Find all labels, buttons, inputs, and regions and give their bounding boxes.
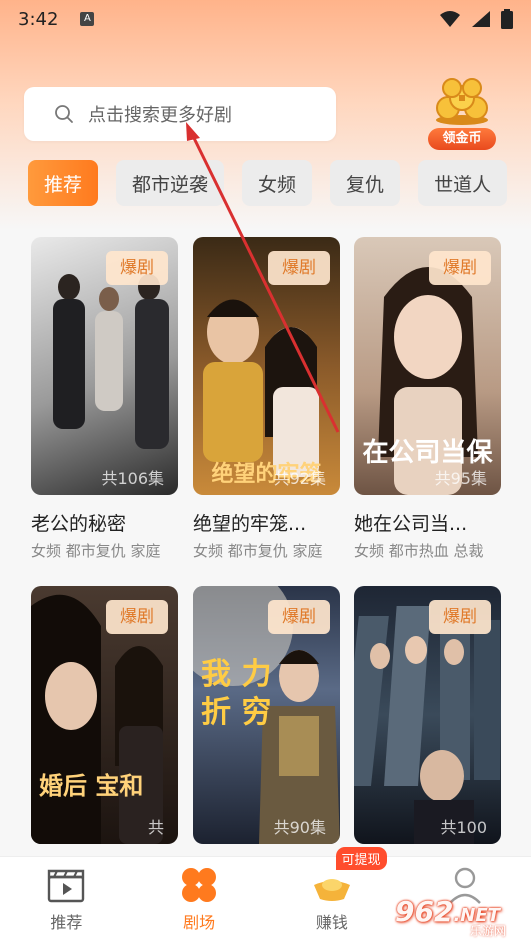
nav-earn-label: 赚钱 bbox=[315, 913, 348, 932]
gold-coins-icon bbox=[436, 78, 488, 125]
drama-card[interactable]: 婚后 宝和 爆剧 共 bbox=[31, 586, 178, 844]
status-icons bbox=[439, 9, 513, 29]
tab-urban-revenge[interactable]: 都市逆袭 bbox=[116, 160, 225, 206]
withdraw-badge: 可提现 bbox=[335, 847, 387, 870]
drama-card[interactable]: 爆剧 共106集 老公的秘密 女频 都市复仇 家庭 bbox=[31, 237, 178, 561]
episode-count: 共95集 bbox=[434, 469, 487, 488]
episode-count: 共106集 bbox=[101, 469, 164, 488]
drama-title: 老公的秘密 bbox=[31, 513, 127, 535]
collect-coins-label: 领金币 bbox=[428, 128, 496, 150]
status-time: 3:42 bbox=[18, 8, 59, 30]
nav-recommend[interactable]: 推荐 bbox=[0, 857, 133, 944]
drama-card[interactable]: 绝望的牢笼 爆剧 共92集 绝望的牢笼... 女频 都市复仇 家庭 bbox=[193, 237, 340, 561]
drama-poster[interactable]: 我 力 折 穷 爆剧 共90集 bbox=[193, 586, 340, 844]
hot-badge: 爆剧 bbox=[268, 251, 330, 285]
watermark-sub: 乐游网 bbox=[470, 924, 507, 938]
drama-poster[interactable]: 爆剧 共100 bbox=[354, 586, 501, 844]
tab-revenge[interactable]: 复仇 bbox=[330, 160, 401, 206]
drama-poster[interactable]: 在公司当保 爆剧 共95集 bbox=[354, 237, 501, 495]
category-tabs: 推荐 都市逆袭 女频 复仇 世道人 bbox=[28, 160, 531, 208]
drama-tags: 女频 都市复仇 家庭 bbox=[193, 542, 323, 560]
clapperboard-icon bbox=[48, 869, 85, 903]
search-icon bbox=[55, 105, 73, 123]
nav-recommend-label: 推荐 bbox=[50, 913, 83, 932]
search-input[interactable]: 点击搜索更多好剧 bbox=[24, 87, 336, 141]
poster-title-text: 我 力 折 穷 bbox=[201, 657, 272, 730]
episode-count: 共100 bbox=[440, 818, 487, 837]
episode-count: 共92集 bbox=[273, 469, 326, 488]
status-bar: 3:42 A bbox=[0, 0, 531, 38]
notification-indicator: A bbox=[80, 12, 95, 26]
signal-icon bbox=[472, 11, 490, 27]
nav-theater-label: 剧场 bbox=[183, 913, 216, 932]
drama-tags: 女频 都市复仇 家庭 bbox=[31, 542, 161, 560]
hot-badge: 爆剧 bbox=[268, 600, 330, 634]
tab-female[interactable]: 女频 bbox=[242, 160, 313, 206]
hot-badge: 爆剧 bbox=[429, 251, 491, 285]
nav-theater[interactable]: 剧场 bbox=[133, 857, 266, 944]
tab-recommend[interactable]: 推荐 bbox=[28, 160, 99, 206]
battery-icon bbox=[501, 9, 513, 29]
drama-card[interactable]: 在公司当保 爆剧 共95集 她在公司当... 女频 都市热血 总裁 bbox=[354, 237, 501, 561]
hot-badge: 爆剧 bbox=[106, 600, 168, 634]
episode-count: 共90集 bbox=[273, 818, 326, 837]
drama-poster[interactable]: 绝望的牢笼 爆剧 共92集 bbox=[193, 237, 340, 495]
hot-badge: 爆剧 bbox=[429, 600, 491, 634]
drama-tags: 女频 都市热血 总裁 bbox=[354, 542, 484, 560]
poster-title-text: 婚后 宝和 bbox=[39, 772, 144, 800]
tab-world[interactable]: 世道人 bbox=[418, 160, 508, 206]
clover-icon bbox=[182, 868, 217, 902]
nav-earn[interactable]: 赚钱 可提现 bbox=[266, 847, 399, 944]
drama-title: 绝望的牢笼... bbox=[193, 513, 307, 535]
drama-title: 她在公司当... bbox=[354, 513, 468, 535]
drama-card[interactable]: 爆剧 共100 bbox=[354, 586, 501, 844]
wifi-icon bbox=[440, 11, 460, 27]
gold-ingot-icon bbox=[313, 879, 350, 901]
hot-badge: 爆剧 bbox=[106, 251, 168, 285]
drama-card[interactable]: 我 力 折 穷 爆剧 共90集 bbox=[193, 586, 340, 844]
episode-count: 共 bbox=[147, 818, 164, 837]
drama-poster[interactable]: 爆剧 共106集 bbox=[31, 237, 178, 495]
search-placeholder: 点击搜索更多好剧 bbox=[88, 105, 232, 126]
watermark-main: 962 bbox=[395, 895, 454, 928]
drama-poster[interactable]: 婚后 宝和 爆剧 共 bbox=[31, 586, 178, 844]
collect-coins-button[interactable]: 领金币 bbox=[424, 76, 500, 154]
